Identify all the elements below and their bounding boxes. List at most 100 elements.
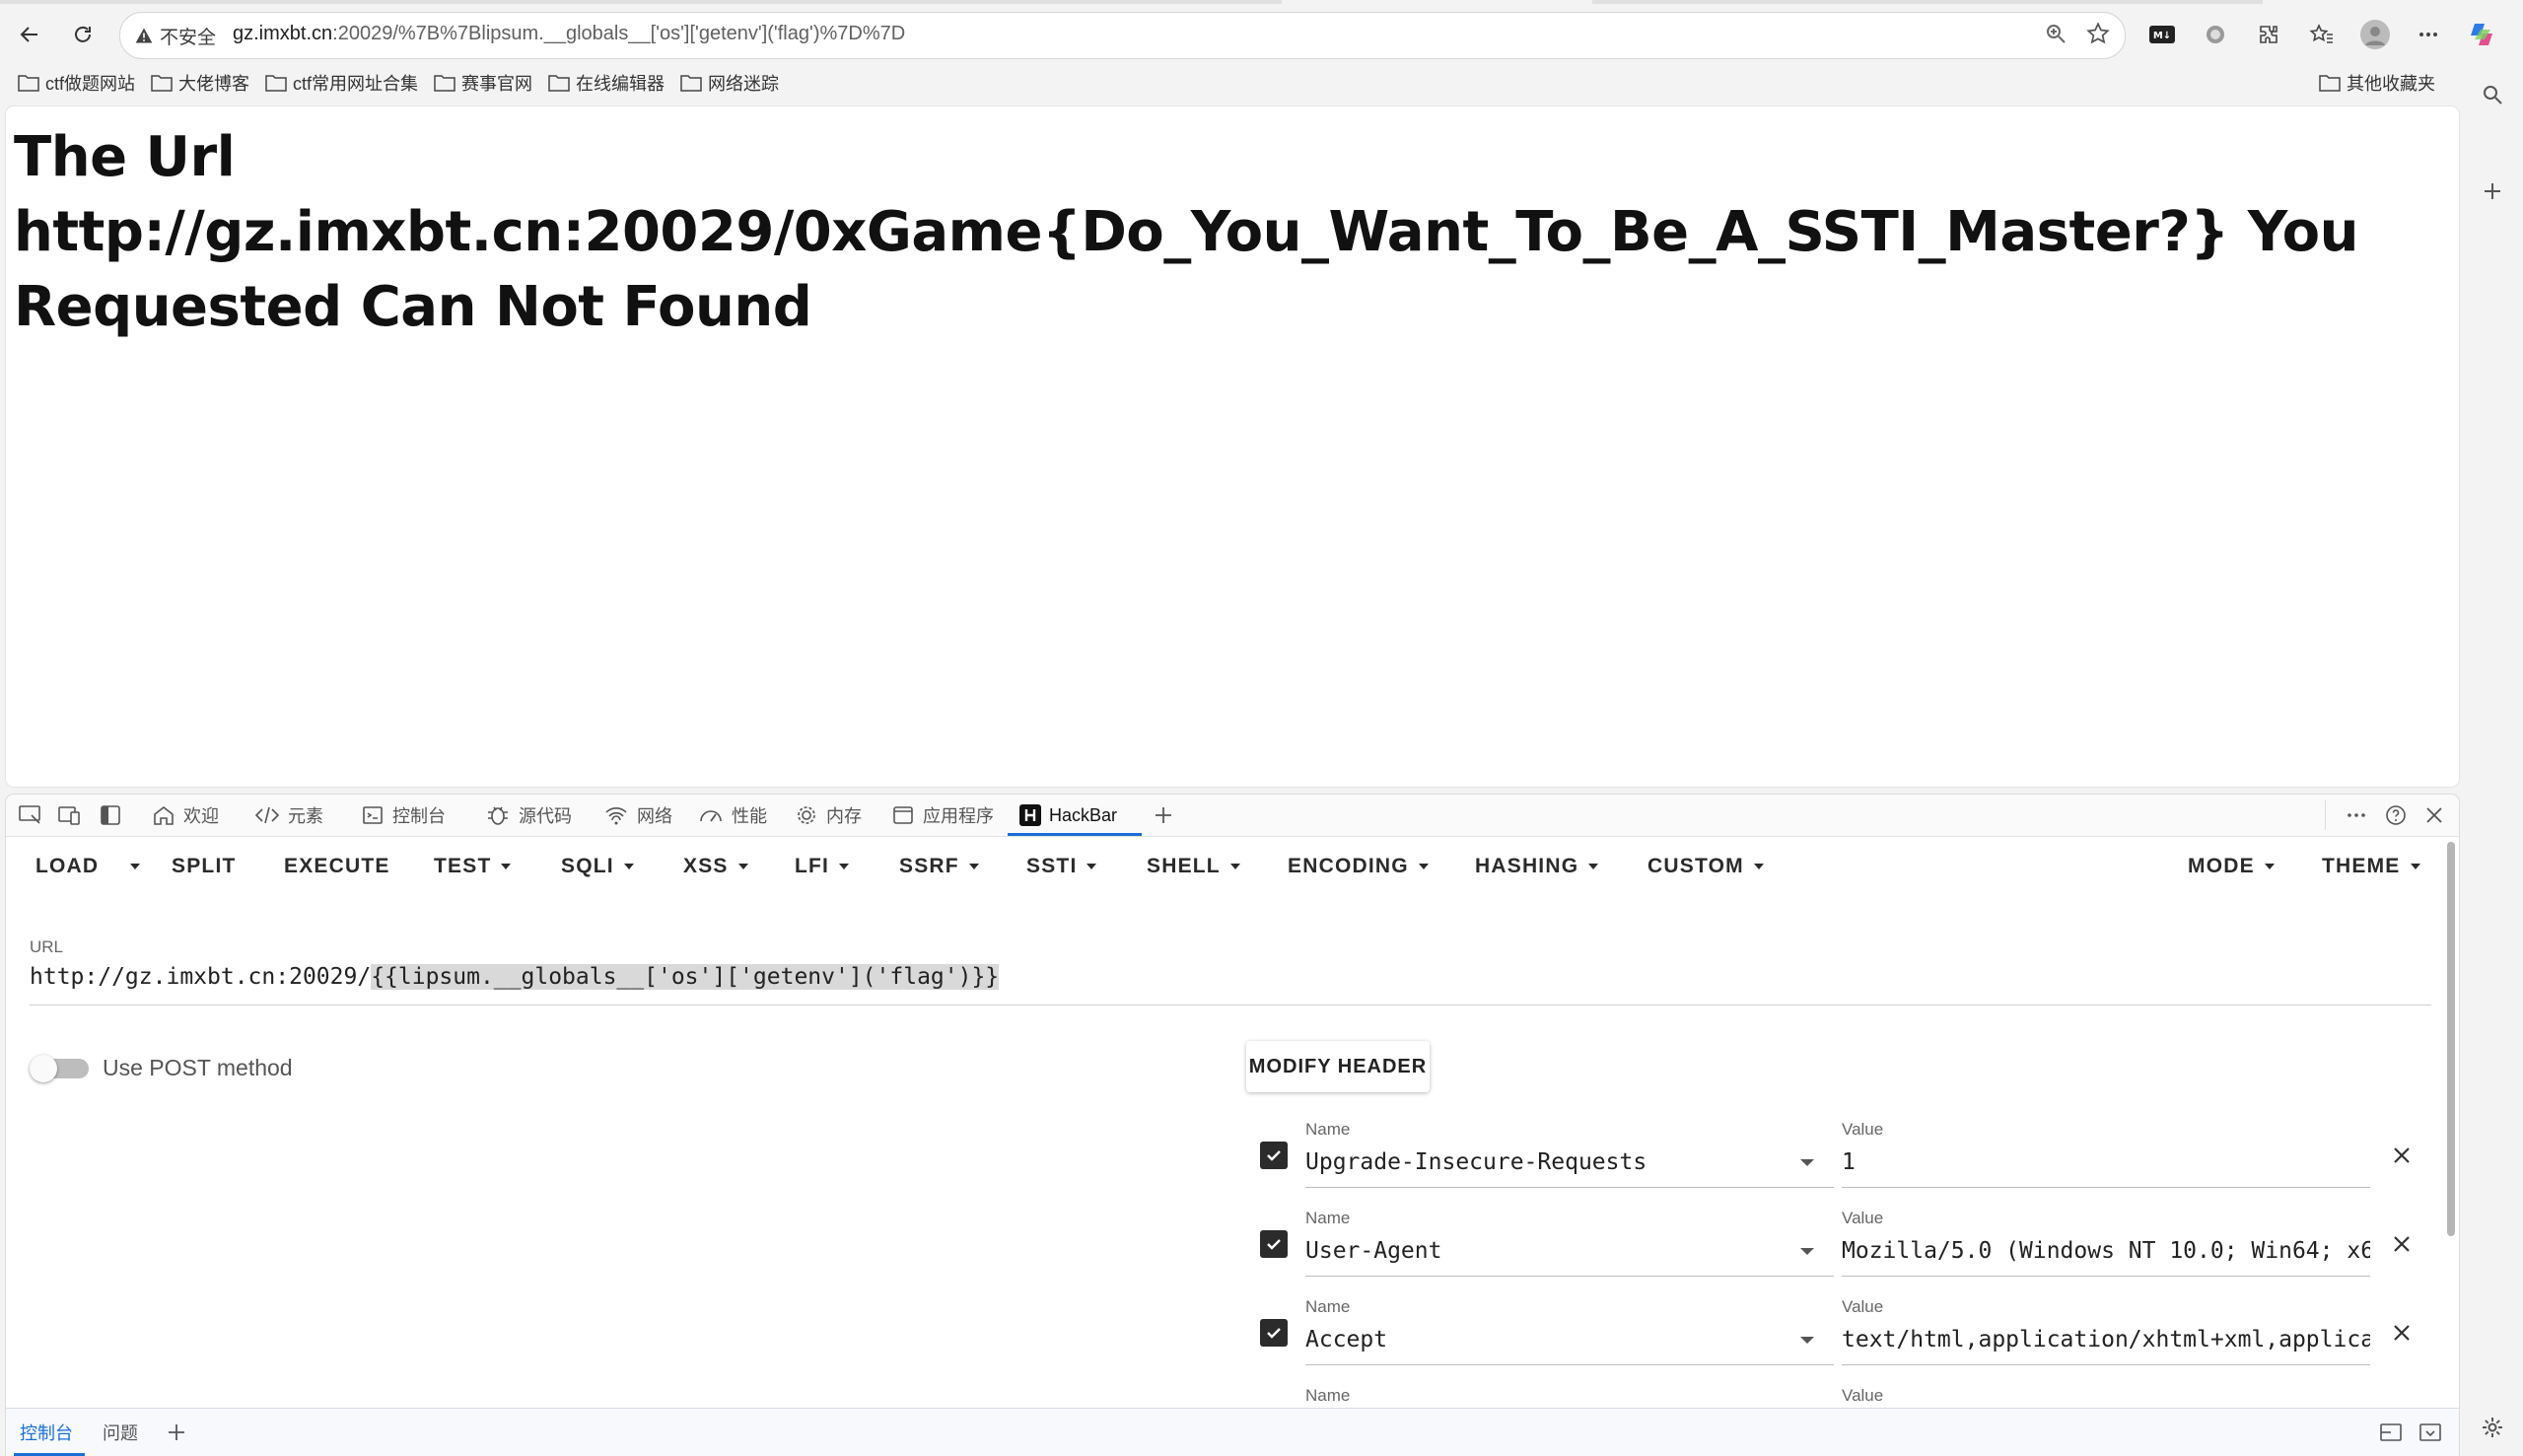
chevron-down-icon[interactable] <box>1800 1159 1814 1166</box>
sidebar-add-icon[interactable] <box>2473 172 2512 211</box>
extensions-icon[interactable] <box>2242 14 2295 55</box>
tab-console[interactable]: 控制台 <box>361 795 446 836</box>
tab-hackbar[interactable]: HackBar <box>1019 795 1117 836</box>
close-devtools-icon[interactable] <box>2423 795 2445 836</box>
header-value-input[interactable]: 1 <box>1842 1149 2370 1175</box>
address-bar-actions <box>2044 21 2111 46</box>
bookmarks-bar: ctf做题网站 大佬博客 ctf常用网址合集 赛事官网 在线编辑器 网络迷踪 <box>14 67 791 99</box>
header-row: Name Accept Value text/html,application/… <box>6 1285 2459 1374</box>
chevron-down-icon[interactable] <box>1800 1248 1814 1255</box>
checkmark-icon <box>1267 1150 1281 1161</box>
encoding-menu-button[interactable]: ENCODING <box>1288 836 1429 897</box>
header-enabled-checkbox[interactable] <box>1260 1230 1288 1258</box>
tab-elements[interactable]: 元素 <box>254 795 323 836</box>
folder-icon <box>18 75 39 92</box>
tab-memory[interactable]: 内存 <box>795 795 862 836</box>
ssrf-menu-button[interactable]: SSRF <box>899 836 979 897</box>
more-menu-icon[interactable] <box>2402 14 2455 55</box>
tab-network[interactable]: 网络 <box>603 795 672 836</box>
sidebar-settings-icon[interactable] <box>2473 1408 2512 1447</box>
record-extension-icon[interactable] <box>2189 14 2242 55</box>
chevron-down-icon <box>1753 864 1764 869</box>
back-button[interactable] <box>8 13 51 56</box>
inspect-element-icon[interactable] <box>18 795 43 836</box>
shell-menu-button[interactable]: SHELL <box>1147 836 1240 897</box>
header-name-underline <box>1305 1364 1834 1365</box>
dock-toggle-icon[interactable] <box>99 795 122 836</box>
address-bar[interactable]: 不安全 gz.imxbt.cn:20029/%7B%7Blipsum.__glo… <box>119 12 2126 59</box>
add-tab-icon[interactable] <box>1152 795 1175 836</box>
zoom-icon[interactable] <box>2044 22 2067 45</box>
header-name-label: Name <box>1305 1297 1351 1316</box>
checkmark-icon <box>1267 1328 1281 1339</box>
tab-sources[interactable]: 源代码 <box>485 795 572 836</box>
remove-header-icon[interactable] <box>2392 1323 2412 1343</box>
chevron-down-icon <box>2264 864 2275 869</box>
tab-application[interactable]: 应用程序 <box>891 795 994 836</box>
favorites-icon[interactable] <box>2295 14 2348 55</box>
bookmark-folder[interactable]: ctf常用网址合集 <box>261 67 430 99</box>
lfi-menu-button[interactable]: LFI <box>795 836 850 897</box>
load-dropdown-button[interactable] <box>126 836 140 897</box>
custom-menu-button[interactable]: CUSTOM <box>1647 836 1764 897</box>
browser-toolbar-right: M↓ <box>2136 14 2508 55</box>
remove-header-icon[interactable] <box>2392 1234 2412 1254</box>
ssti-menu-button[interactable]: SSTI <box>1026 836 1097 897</box>
url-text[interactable]: gz.imxbt.cn:20029/%7B%7Blipsum.__globals… <box>233 23 905 45</box>
header-name-select[interactable]: Upgrade-Insecure-Requests <box>1305 1149 1779 1175</box>
header-enabled-checkbox[interactable] <box>1260 1142 1288 1169</box>
bookmark-folder[interactable]: 赛事官网 <box>430 67 544 99</box>
header-name-label: Name <box>1305 1120 1351 1139</box>
chevron-down-icon <box>130 864 140 869</box>
help-icon[interactable] <box>2384 795 2408 836</box>
sqli-menu-button[interactable]: SQLI <box>561 836 634 897</box>
modify-header-button[interactable]: MODIFY HEADER <box>1246 1041 1430 1092</box>
tab-strip-right <box>1592 0 2263 4</box>
folder-icon <box>434 75 456 92</box>
drawer-add-tab-icon[interactable] <box>166 1409 187 1456</box>
drawer-tab-issues[interactable]: 问题 <box>103 1409 138 1456</box>
url-input[interactable]: http://gz.imxbt.cn:20029/{{lipsum.__glob… <box>30 964 1000 990</box>
checkmark-icon <box>1267 1239 1281 1250</box>
markdown-extension-icon[interactable]: M↓ <box>2136 14 2189 55</box>
bookmark-folder[interactable]: ctf做题网站 <box>14 67 147 99</box>
favorite-star-icon[interactable] <box>2085 21 2111 46</box>
header-value-input[interactable]: Mozilla/5.0 (Windows NT 10.0; Win64; x64… <box>1842 1238 2370 1264</box>
split-button[interactable]: SPLIT <box>172 836 237 897</box>
theme-menu-button[interactable]: THEME <box>2322 836 2420 897</box>
profile-avatar[interactable] <box>2348 14 2402 55</box>
drawer-collapse-icon[interactable] <box>2418 1409 2443 1456</box>
header-value-underline <box>1842 1364 2370 1365</box>
sidebar-search-icon[interactable] <box>2473 75 2512 114</box>
header-value-underline <box>1842 1276 2370 1277</box>
execute-button[interactable]: EXECUTE <box>284 836 390 897</box>
bookmark-folder[interactable]: 网络迷踪 <box>676 67 791 99</box>
load-button[interactable]: LOAD <box>35 836 99 897</box>
security-indicator[interactable]: 不安全 <box>134 21 216 50</box>
device-emulation-icon[interactable] <box>57 795 83 836</box>
devtools-more-icon[interactable] <box>2345 795 2368 836</box>
header-name-select[interactable]: User-Agent <box>1305 1238 1779 1264</box>
url-field-label: URL <box>30 937 64 956</box>
xss-menu-button[interactable]: XSS <box>683 836 748 897</box>
other-favorites-folder[interactable]: 其他收藏夹 <box>2315 67 2447 99</box>
reload-button[interactable] <box>61 13 105 56</box>
bookmark-folder[interactable]: 大佬博客 <box>147 67 261 99</box>
post-method-toggle-knob[interactable] <box>30 1055 57 1082</box>
header-value-label: Value <box>1842 1209 1884 1227</box>
header-value-input[interactable]: text/html,application/xhtml+xml,applicat… <box>1842 1327 2370 1352</box>
chevron-down-icon[interactable] <box>1800 1337 1814 1344</box>
test-menu-button[interactable]: TEST <box>434 836 512 897</box>
remove-header-icon[interactable] <box>2392 1145 2412 1165</box>
tab-welcome[interactable]: 欢迎 <box>152 795 219 836</box>
header-enabled-checkbox[interactable] <box>1260 1319 1288 1347</box>
hashing-menu-button[interactable]: HASHING <box>1475 836 1599 897</box>
header-name-select[interactable]: Accept <box>1305 1327 1779 1352</box>
tab-performance[interactable]: 性能 <box>698 795 767 836</box>
drawer-undock-icon[interactable] <box>2378 1409 2404 1456</box>
hackbar-scrollbar[interactable] <box>2447 842 2455 1236</box>
drawer-tab-console[interactable]: 控制台 <box>20 1409 73 1456</box>
mode-menu-button[interactable]: MODE <box>2188 836 2275 897</box>
bookmark-folder[interactable]: 在线编辑器 <box>544 67 676 99</box>
copilot-icon[interactable] <box>2455 14 2508 55</box>
